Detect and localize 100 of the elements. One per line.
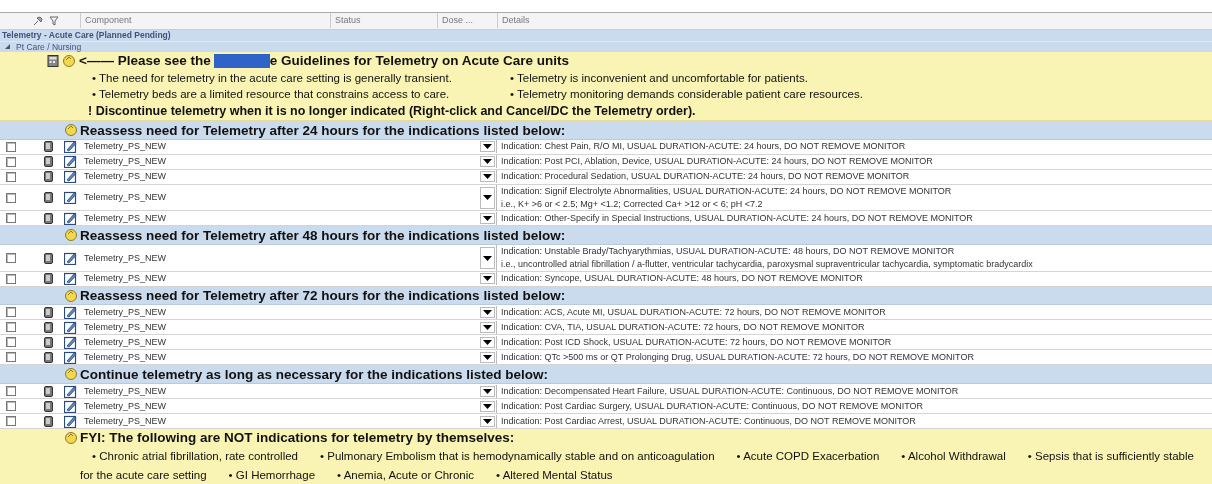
dropdown-button[interactable] (480, 186, 495, 209)
component-text: Telemetry_PS_NEW (83, 155, 168, 169)
checkbox[interactable] (6, 352, 16, 363)
checkbox[interactable] (6, 156, 16, 167)
dropdown-button[interactable] (480, 171, 495, 183)
category-row[interactable]: Pt Care / Nursing (0, 41, 1212, 53)
edit-icon[interactable] (64, 191, 77, 205)
edit-icon[interactable] (64, 414, 77, 428)
fyi-list-text: • Chronic atrial fibrillation, rate controlled • Pulmonary Embolism that is hemodynamically stable and on anticoagulation • Acute COPD Exacerbation • Alcohol Withdrawal • Sepsis that is sufficiently stable for the acute care setting • GI Hemorrhage • Anemia, Acute or Chronic • Altered Mental Status (80, 449, 1195, 483)
circle-icon (64, 123, 78, 138)
details-text: Indication: Signif Electrolyte Abnormalities, USUAL DURATION-ACUTE: 24 hours, DO NOT REMOVE MONITOR (500, 184, 953, 198)
expand-caret-icon[interactable] (4, 43, 11, 51)
dropdown-button[interactable] (480, 141, 495, 153)
circle-icon (64, 228, 78, 243)
caret-icon (483, 195, 492, 201)
guidelines-heading: <—— Please see the (79, 53, 211, 69)
details-text: i.e., K+ >6 or < 2.5; Mg+ <1.2; Corrected Ca+ >12 or < 6; pH <7.2 (500, 197, 764, 211)
edit-icon[interactable] (64, 272, 77, 286)
section-title: Reassess need for Telemetry after 72 hours for the indications listed below: (80, 288, 566, 303)
component-text: Telemetry_PS_NEW (83, 320, 168, 334)
dropdown-button[interactable] (480, 306, 495, 318)
checkbox[interactable] (6, 322, 16, 333)
dropdown-button[interactable] (480, 385, 495, 397)
column-header[interactable]: Component (80, 13, 330, 29)
note-icon (44, 192, 54, 204)
component-text: Telemetry_PS_NEW (83, 384, 168, 398)
redaction-bar (213, 53, 270, 68)
bullet-text: • Telemetry is inconvenient and uncomfortable for patients. (510, 72, 809, 85)
dropdown-button[interactable] (480, 156, 495, 168)
component-text: Telemetry_PS_NEW (83, 251, 168, 265)
component-text: Telemetry_PS_NEW (83, 350, 168, 364)
checkbox[interactable] (6, 273, 16, 284)
pin-icon[interactable] (32, 14, 44, 27)
dropdown-button[interactable] (480, 273, 495, 285)
calculator-icon (47, 54, 59, 67)
bullet-text: • The need for telemetry in the acute care setting is generally transient. (92, 72, 453, 85)
dropdown-button[interactable] (480, 321, 495, 333)
caret-icon (483, 255, 492, 261)
details-text: Indication: Unstable Brady/Tachyarythmias, USUAL DURATION-ACUTE: 48 hours, DO NOT REMOVE MONITOR (500, 245, 956, 259)
details-text: Indication: Post Cardiac Arrest, USUAL DURATION-ACUTE: Continuous, DO NOT REMOVE MONITOR (500, 414, 917, 428)
bullet-text: • Telemetry beds are a limited resource that constrains access to care. (92, 88, 451, 101)
caret-icon (483, 276, 492, 282)
edit-icon[interactable] (64, 384, 77, 398)
edit-icon[interactable] (64, 335, 77, 349)
edit-icon[interactable] (64, 251, 77, 265)
section-title: Reassess need for Telemetry after 24 hours for the indications listed below: (80, 122, 566, 138)
details-text: Indication: Chest Pain, R/O MI, USUAL DURATION-ACUTE: 24 hours, DO NOT REMOVE MONITOR (500, 140, 907, 154)
caret-icon (483, 216, 492, 221)
edit-icon[interactable] (64, 140, 77, 154)
checkbox[interactable] (6, 416, 16, 426)
details-text: Indication: QTc >500 ms or QT Prolonging Drug, USUAL DURATION-ACUTE: 72 hours, DO NOT REMOVE MONITOR (500, 350, 975, 364)
edit-icon[interactable] (64, 155, 77, 169)
details-text: Indication: Post PCI, Ablation, Device, USUAL DURATION-ACUTE: 24 hours, DO NOT REMOVE MONITOR (500, 155, 934, 169)
checkbox[interactable] (6, 141, 16, 152)
component-text: Telemetry_PS_NEW (83, 170, 168, 184)
column-header[interactable]: Dose ... (437, 13, 497, 29)
checkbox[interactable] (6, 192, 16, 203)
component-text: Telemetry_PS_NEW (83, 191, 168, 205)
edit-icon[interactable] (64, 320, 77, 334)
dropdown-button[interactable] (480, 415, 495, 427)
circle-icon (62, 53, 76, 68)
filter-icon[interactable] (48, 14, 60, 27)
details-text: Indication: Syncope, USUAL DURATION-ACUTE: 48 hours, DO NOT REMOVE MONITOR (500, 272, 864, 286)
edit-icon[interactable] (64, 170, 77, 184)
details-text: Indication: ACS, Acute MI, USUAL DURATION-ACUTE: 72 hours, DO NOT REMOVE MONITOR (500, 305, 887, 319)
dropdown-button[interactable] (480, 400, 495, 412)
checkbox[interactable] (6, 253, 16, 264)
dropdown-button[interactable] (480, 336, 495, 348)
edit-icon[interactable] (64, 305, 77, 319)
edit-icon[interactable] (64, 350, 77, 364)
dropdown-button[interactable] (480, 351, 495, 363)
note-icon (44, 252, 54, 264)
component-text: Telemetry_PS_NEW (83, 272, 168, 286)
fyi-title: FYI: The following are NOT indications for telemetry by themselves: (80, 430, 515, 445)
column-header[interactable]: Status (330, 13, 437, 29)
dropdown-button[interactable] (480, 247, 495, 270)
bullet-text: • Telemetry monitoring demands considerable patient care resources. (510, 88, 864, 101)
details-text: Indication: Procedural Sedation, USUAL DURATION-ACUTE: 24 hours, DO NOT REMOVE MONITOR (500, 170, 911, 184)
component-text: Telemetry_PS_NEW (83, 140, 168, 154)
checkbox[interactable] (6, 307, 16, 318)
checkbox[interactable] (6, 171, 16, 182)
details-text: Indication: Post ICD Shock, USUAL DURATION-ACUTE: 72 hours, DO NOT REMOVE MONITOR (500, 335, 893, 349)
checkbox[interactable] (6, 386, 16, 396)
edit-icon[interactable] (64, 399, 77, 413)
column-header[interactable]: Details (497, 13, 1212, 29)
component-text: Telemetry_PS_NEW (83, 335, 168, 349)
component-text: Telemetry_PS_NEW (83, 212, 168, 225)
section-title: Continue telemetry as long as necessary for the indications listed below: (80, 366, 549, 382)
dropdown-button[interactable] (480, 213, 495, 224)
edit-icon[interactable] (64, 212, 77, 225)
details-text: Indication: Other-Specify in Special Instructions, USUAL DURATION-ACUTE: 24 hours, DO NOT REMOVE MONITOR (500, 212, 974, 225)
component-text: Telemetry_PS_NEW (83, 399, 168, 413)
circle-icon (64, 430, 78, 445)
checkbox[interactable] (6, 213, 16, 224)
component-text: Telemetry_PS_NEW (83, 414, 168, 428)
details-text: Indication: Decompensated Heart Failure, USUAL DURATION-ACUTE: Continuous, DO NOT REMOVE MONITOR (500, 384, 960, 398)
checkbox[interactable] (6, 337, 16, 348)
checkbox[interactable] (6, 401, 16, 411)
circle-icon (64, 288, 78, 303)
details-text: i.e., uncontrolled atrial fibrillation / a-flutter, ventricular tachycardia, paroxysmal supraventricular tachycardia, symptomatic bradycardix (500, 258, 1034, 272)
